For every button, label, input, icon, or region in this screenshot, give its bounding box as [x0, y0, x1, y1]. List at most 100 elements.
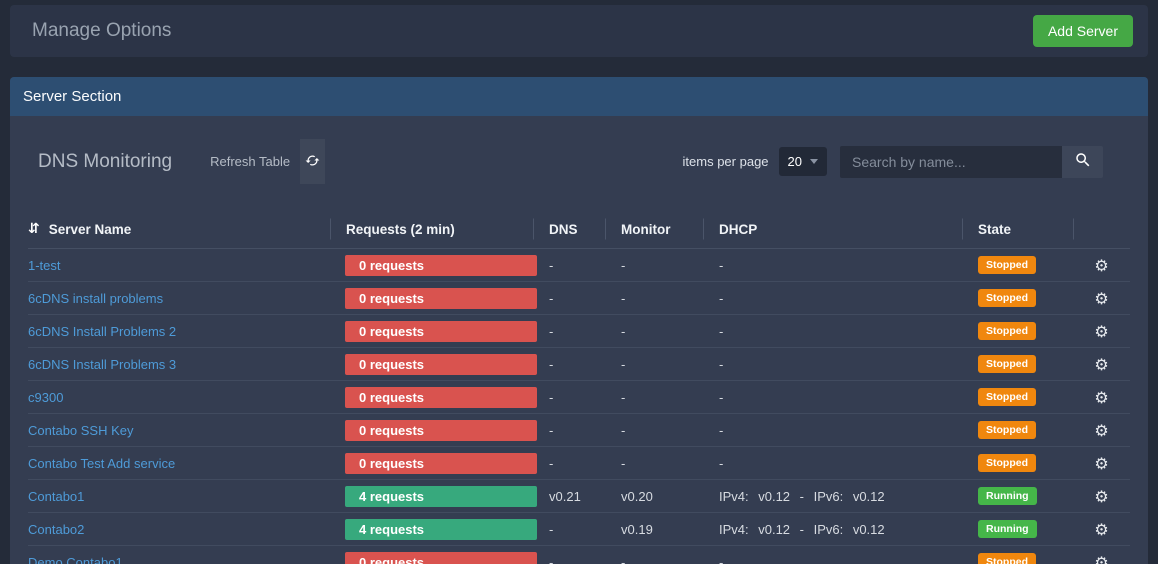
gear-icon[interactable]: ⚙	[1094, 454, 1108, 473]
refresh-icon	[305, 153, 320, 171]
dns-cell: -	[533, 291, 605, 306]
table-controls: DNS Monitoring Refresh Table items per p…	[38, 139, 1130, 184]
table-row: Contabo SSH Key0 requests---Stopped⚙	[28, 414, 1130, 447]
column-dns: DNS	[533, 222, 605, 237]
column-label-dhcp: DHCP	[719, 222, 757, 237]
server-name-link[interactable]: 6cDNS Install Problems 2	[28, 324, 330, 339]
state-cell: Stopped	[962, 454, 1073, 472]
add-server-button[interactable]: Add Server	[1033, 15, 1133, 47]
server-name-link[interactable]: Demo Contabo1	[28, 555, 330, 564]
state-cell: Running	[962, 487, 1073, 505]
actions-cell: ⚙	[1073, 454, 1130, 473]
state-badge: Stopped	[978, 454, 1036, 472]
state-cell: Stopped	[962, 421, 1073, 439]
actions-cell: ⚙	[1073, 355, 1130, 374]
items-per-page-select[interactable]: 20	[779, 147, 827, 176]
state-cell: Stopped	[962, 388, 1073, 406]
table-header: ⇵ Server Name Requests (2 min) DNS Monit…	[28, 210, 1130, 249]
dhcp-cell: -	[703, 555, 962, 564]
state-cell: Stopped	[962, 289, 1073, 307]
actions-cell: ⚙	[1073, 487, 1130, 506]
requests-cell: 0 requests	[330, 354, 533, 375]
state-badge: Stopped	[978, 355, 1036, 373]
server-name-link[interactable]: c9300	[28, 390, 330, 405]
requests-badge: 0 requests	[345, 255, 537, 276]
gear-icon[interactable]: ⚙	[1094, 388, 1108, 407]
server-name-link[interactable]: 6cDNS install problems	[28, 291, 330, 306]
chevron-down-icon	[810, 159, 818, 164]
table-row: 1-test0 requests---Stopped⚙	[28, 249, 1130, 282]
column-label-monitor: Monitor	[621, 222, 671, 237]
dns-cell: v0.21	[533, 489, 605, 504]
server-name-link[interactable]: Contabo Test Add service	[28, 456, 330, 471]
dns-cell: -	[533, 390, 605, 405]
state-cell: Running	[962, 520, 1073, 538]
gear-icon[interactable]: ⚙	[1094, 421, 1108, 440]
monitor-cell: -	[605, 555, 703, 564]
dhcp-cell: -	[703, 324, 962, 339]
sort-icon[interactable]: ⇵	[28, 221, 40, 237]
column-label-server-name: Server Name	[49, 222, 132, 237]
dns-cell: -	[533, 555, 605, 564]
monitor-cell: -	[605, 324, 703, 339]
monitor-cell: -	[605, 456, 703, 471]
section-title: DNS Monitoring	[38, 151, 172, 173]
requests-cell: 0 requests	[330, 552, 533, 564]
monitor-cell: -	[605, 258, 703, 273]
table-row: 6cDNS Install Problems 20 requests---Sto…	[28, 315, 1130, 348]
search-button[interactable]	[1062, 146, 1103, 178]
state-cell: Stopped	[962, 256, 1073, 274]
gear-icon[interactable]: ⚙	[1094, 289, 1108, 308]
refresh-button[interactable]	[300, 139, 325, 184]
monitor-cell: v0.20	[605, 489, 703, 504]
actions-cell: ⚙	[1073, 388, 1130, 407]
dhcp-cell: -	[703, 291, 962, 306]
actions-cell: ⚙	[1073, 421, 1130, 440]
dhcp-cell: -	[703, 390, 962, 405]
state-badge: Stopped	[978, 289, 1036, 307]
table-row: 6cDNS install problems0 requests---Stopp…	[28, 282, 1130, 315]
monitor-cell: -	[605, 357, 703, 372]
state-badge: Stopped	[978, 553, 1036, 564]
gear-icon[interactable]: ⚙	[1094, 520, 1108, 539]
table-row: Contabo24 requests-v0.19IPv4: v0.12 - IP…	[28, 513, 1130, 546]
panel-header: Server Section	[10, 77, 1148, 116]
state-badge: Stopped	[978, 256, 1036, 274]
dhcp-cell: IPv4: v0.12 - IPv6: v0.12	[703, 489, 962, 504]
dns-cell: -	[533, 357, 605, 372]
state-badge: Running	[978, 487, 1037, 505]
server-name-link[interactable]: Contabo1	[28, 489, 330, 504]
server-name-link[interactable]: 1-test	[28, 258, 330, 273]
column-requests: Requests (2 min)	[330, 222, 533, 237]
gear-icon[interactable]: ⚙	[1094, 487, 1108, 506]
server-section-panel: Server Section DNS Monitoring Refresh Ta…	[10, 77, 1148, 564]
table-row: c93000 requests---Stopped⚙	[28, 381, 1130, 414]
actions-cell: ⚙	[1073, 256, 1130, 275]
state-cell: Stopped	[962, 355, 1073, 373]
column-dhcp: DHCP	[703, 222, 962, 237]
requests-badge: 0 requests	[345, 387, 537, 408]
search-input[interactable]	[840, 146, 1062, 178]
gear-icon[interactable]: ⚙	[1094, 355, 1108, 374]
gear-icon[interactable]: ⚙	[1094, 553, 1108, 564]
requests-badge: 0 requests	[345, 552, 537, 564]
server-name-link[interactable]: Contabo SSH Key	[28, 423, 330, 438]
requests-cell: 4 requests	[330, 519, 533, 540]
dns-cell: -	[533, 324, 605, 339]
monitor-cell: v0.19	[605, 522, 703, 537]
gear-icon[interactable]: ⚙	[1094, 256, 1108, 275]
dhcp-cell: -	[703, 258, 962, 273]
column-monitor: Monitor	[605, 222, 703, 237]
gear-icon[interactable]: ⚙	[1094, 322, 1108, 341]
monitor-cell: -	[605, 390, 703, 405]
column-server-name[interactable]: ⇵ Server Name	[28, 221, 330, 237]
dns-cell: -	[533, 423, 605, 438]
column-label-dns: DNS	[549, 222, 578, 237]
column-state: State	[962, 222, 1073, 237]
servers-table: ⇵ Server Name Requests (2 min) DNS Monit…	[28, 210, 1130, 564]
server-name-link[interactable]: 6cDNS Install Problems 3	[28, 357, 330, 372]
server-name-link[interactable]: Contabo2	[28, 522, 330, 537]
actions-cell: ⚙	[1073, 553, 1130, 564]
table-row: Contabo Test Add service0 requests---Sto…	[28, 447, 1130, 480]
requests-badge: 0 requests	[345, 453, 537, 474]
